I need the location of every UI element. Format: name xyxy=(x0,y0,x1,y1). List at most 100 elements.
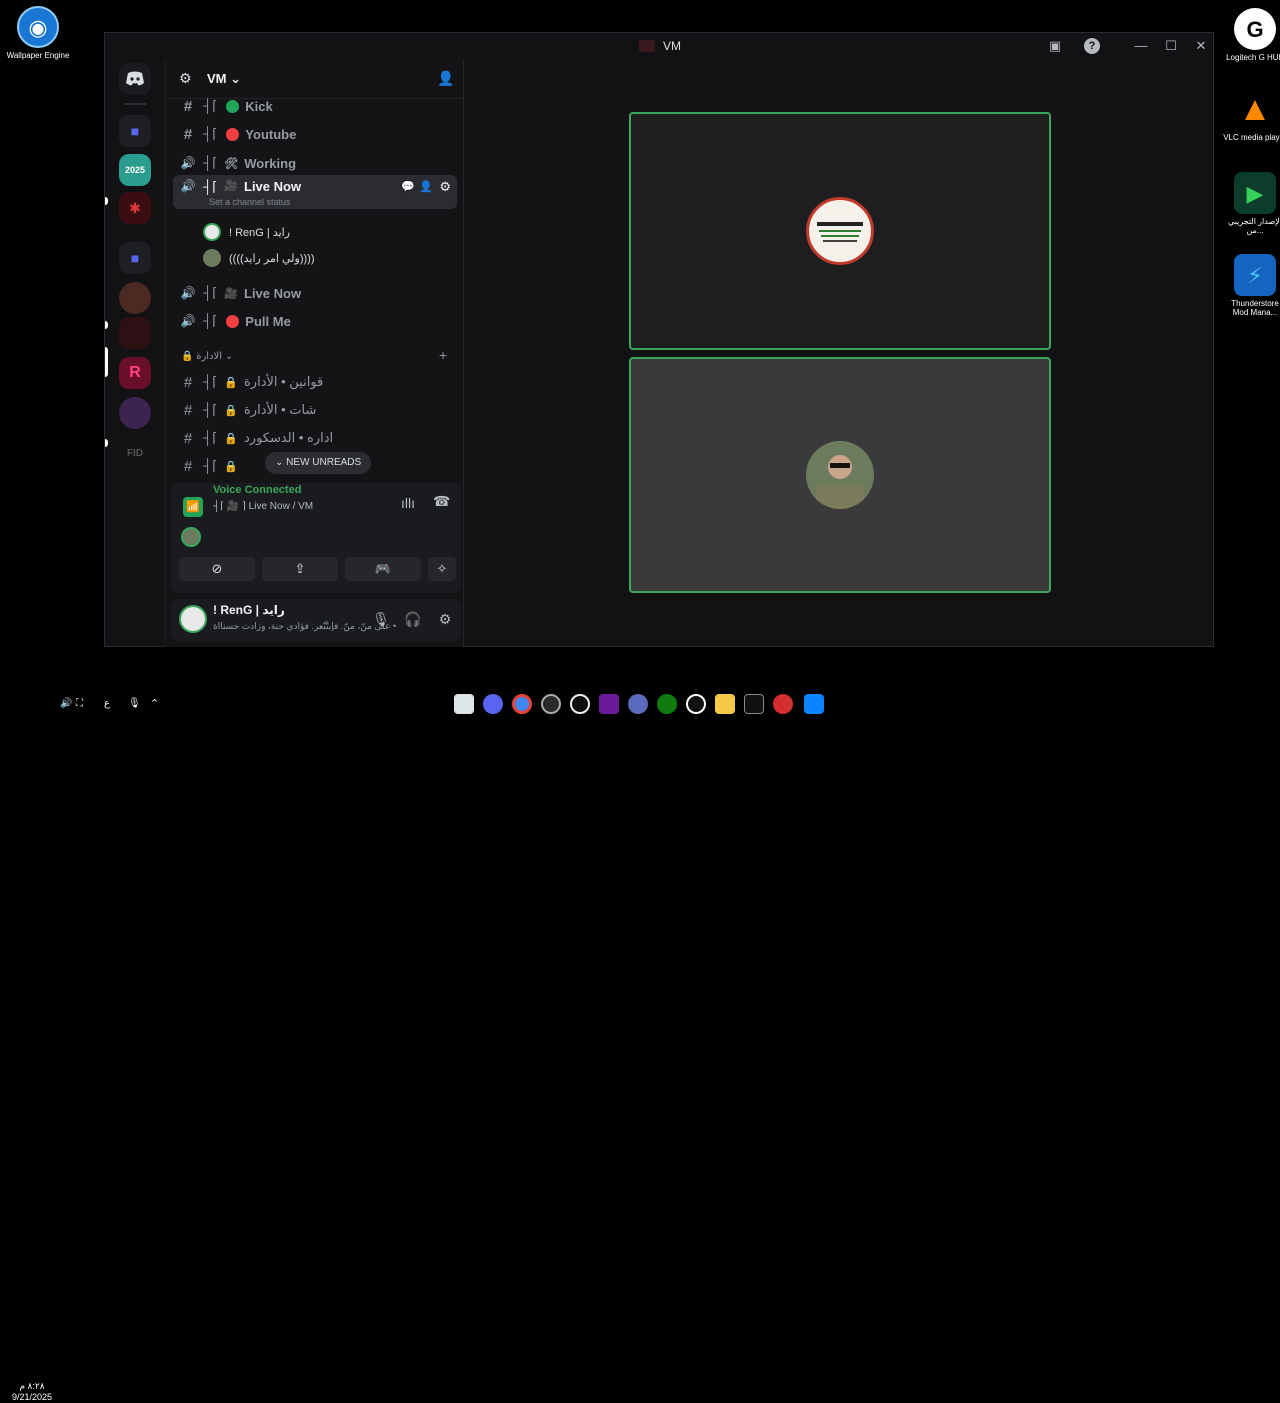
wallpaper-engine-icon: ◉ xyxy=(17,6,59,48)
channel-prefix: ┤⌈ xyxy=(203,126,218,141)
rail-divider xyxy=(124,103,146,105)
server-rail: ■ 2025 ✱ ■ R FID xyxy=(105,59,163,509)
headphones-icon[interactable]: 🎧 xyxy=(403,609,423,629)
channel-live-now[interactable]: 🔊 ┤⌈ 🎥 Live Now xyxy=(173,280,457,306)
channel-status[interactable]: Set a channel status xyxy=(209,197,291,207)
new-unreads-label: NEW UNREADS xyxy=(286,457,362,468)
channel-pull-me[interactable]: 🔊 ┤⌈ Pull Me xyxy=(173,308,457,334)
volume-icon[interactable]: 🔊 xyxy=(60,698,72,709)
close-button[interactable]: ✕ xyxy=(1191,37,1211,55)
channel-kick[interactable]: # ┤⌈ Kick xyxy=(173,93,457,119)
maximize-button[interactable]: ☐ xyxy=(1161,37,1181,55)
tray-overflow-icon[interactable]: ⌃ xyxy=(150,697,159,710)
desktop-icon-thunderstore[interactable]: ⚡ Thunderstore Mod Mana... xyxy=(1223,254,1280,317)
folder-icon[interactable]: ■ xyxy=(119,115,151,147)
server-icon-vm[interactable] xyxy=(119,317,151,349)
microphone-tray-icon[interactable]: 🎙 xyxy=(128,698,141,709)
video-tile-user-2[interactable] xyxy=(629,357,1051,593)
language-indicator[interactable]: ع xyxy=(104,698,110,709)
discord-window: VM ▣ ? — ☐ ✕ ■ 2025 ✱ ■ R FID ⚙ VM ⌄ 👤 #… xyxy=(104,32,1214,647)
app-chrome-profile-icon[interactable] xyxy=(541,694,561,714)
user-settings-icon[interactable]: ⚙ xyxy=(435,609,455,629)
server-icon-faded[interactable]: FID xyxy=(119,437,151,469)
clock[interactable]: ٨:٢٨ م 9/21/2025 xyxy=(12,1381,52,1403)
disconnect-icon[interactable]: ☎ xyxy=(433,493,450,510)
voice-channel-link[interactable]: ┤⌈ 🎥 ⌉ Live Now / VM xyxy=(213,501,313,512)
add-channel-icon[interactable]: + xyxy=(439,347,447,363)
app-xbox-icon[interactable] xyxy=(657,694,677,714)
signal-icon[interactable]: 📶 xyxy=(183,497,203,517)
microphone-icon[interactable]: 🎙 xyxy=(371,609,391,629)
vlc-icon: ▲ xyxy=(1238,89,1272,128)
desktop-icon-logitech[interactable]: G Logitech G HUB xyxy=(1223,8,1280,62)
chat-icon[interactable]: 💬 xyxy=(401,180,415,193)
category-admin[interactable]: 🔒 الادارة ⌄ xyxy=(181,351,233,362)
app-capcut-icon[interactable] xyxy=(744,694,764,714)
window-title-text: VM xyxy=(663,39,681,53)
server-icon-r[interactable]: R xyxy=(119,357,151,389)
channel-name: Live Now xyxy=(244,179,302,194)
red-circle-icon xyxy=(226,314,240,328)
invite-icon[interactable]: 👤 xyxy=(419,180,433,193)
screen-share-button[interactable]: ⇪ xyxy=(262,557,338,581)
server-icon-avatar[interactable] xyxy=(119,282,151,314)
add-member-icon[interactable]: 👤 xyxy=(437,70,454,87)
app-notepad-icon[interactable] xyxy=(454,694,474,714)
network-icon[interactable]: ⛶ xyxy=(76,698,83,709)
inbox-icon[interactable]: ▣ xyxy=(1045,37,1065,55)
voice-status: Voice Connected xyxy=(213,484,302,496)
app-discord-icon[interactable] xyxy=(483,694,503,714)
hash-icon: # xyxy=(183,125,193,143)
app-settings-icon[interactable] xyxy=(628,694,648,714)
new-unreads-button[interactable]: ⌄ NEW UNREADS xyxy=(265,452,372,474)
folder-icon[interactable]: ■ xyxy=(119,242,151,274)
voice-member[interactable]: ((((ولي امر رايد)))) xyxy=(203,249,314,267)
server-icon-2025[interactable]: 2025 xyxy=(119,154,151,186)
channel-prefix: ┤⌈ xyxy=(203,155,218,170)
noise-suppression-icon[interactable]: ıllı xyxy=(401,495,415,511)
channel-live-now-active[interactable]: 🔊 ┤⌈ 🎥 Live Now Set a channel status 💬 👤… xyxy=(173,175,457,209)
channel-name: Kick xyxy=(245,98,273,114)
windows-start-icon[interactable] xyxy=(804,694,824,714)
app-file-explorer-icon[interactable] xyxy=(715,694,735,714)
app-steam-icon[interactable] xyxy=(570,694,590,714)
channel-prefix: ┤⌈ xyxy=(203,374,218,389)
soundboard-button[interactable]: ✧ xyxy=(428,557,456,581)
channel-working[interactable]: 🔊 ┤⌈ 🛠 Working xyxy=(173,150,457,176)
desktop-icon-wallpaper-engine[interactable]: ◉ Wallpaper Engine xyxy=(6,6,70,60)
channel-admin-chat[interactable]: # ┤⌈ 🔒 شات • الأدارة xyxy=(173,397,457,423)
channel-prefix: ┤⌈ xyxy=(203,402,218,417)
discord-home-icon[interactable] xyxy=(119,63,151,95)
camera-icon: 🎥 xyxy=(224,287,238,300)
camera-off-button[interactable]: ⊘ xyxy=(179,557,255,581)
minimize-button[interactable]: — xyxy=(1131,37,1151,55)
unread-indicator xyxy=(105,197,108,205)
app-obs-icon[interactable] xyxy=(686,694,706,714)
server-icon-face[interactable] xyxy=(119,397,151,429)
desktop-icon-label: Wallpaper Engine xyxy=(6,51,70,60)
camera-icon: 🎥 xyxy=(224,180,238,192)
desktop-icon-play-games[interactable]: ▶ الإصدار التجريبي من... xyxy=(1223,172,1280,235)
desktop-icon-label: Logitech G HUB xyxy=(1226,53,1280,62)
channel-settings-icon[interactable]: ⚙ xyxy=(439,179,451,195)
app-red-icon[interactable] xyxy=(773,694,793,714)
channel-name: قوانين • الأدارة xyxy=(244,374,324,389)
avatar[interactable] xyxy=(181,527,201,547)
avatar[interactable] xyxy=(179,605,207,633)
server-icon-red-logo[interactable]: ✱ xyxy=(119,192,151,224)
channel-admin-discord[interactable]: # ┤⌈ 🔒 اداره • الدسكورد xyxy=(173,425,457,451)
app-chrome-icon[interactable] xyxy=(512,694,532,714)
help-icon[interactable]: ? xyxy=(1084,38,1100,54)
app-next-icon[interactable] xyxy=(599,694,619,714)
channel-admin-rules[interactable]: # ┤⌈ 🔒 قوانين • الأدارة xyxy=(173,369,457,395)
member-name: ! RenG | رايد xyxy=(229,226,291,239)
desktop-icon-vlc[interactable]: ▲ VLC media player xyxy=(1223,88,1280,143)
channel-youtube[interactable]: # ┤⌈ Youtube xyxy=(173,121,457,147)
channel-name: Youtube xyxy=(245,126,297,142)
video-tile-user-1[interactable] xyxy=(629,112,1051,350)
channel-sidebar: ⚙ VM ⌄ 👤 # ┤⌈ Kick # ┤⌈ Youtube 🔊 ┤⌈ 🛠 W xyxy=(164,59,465,647)
username[interactable]: ! RenG | رايد xyxy=(213,603,285,617)
activities-button[interactable]: 🎮 xyxy=(345,557,421,581)
voice-member[interactable]: ! RenG | رايد xyxy=(203,223,290,241)
gamepad-icon: 🎮 xyxy=(374,561,392,576)
